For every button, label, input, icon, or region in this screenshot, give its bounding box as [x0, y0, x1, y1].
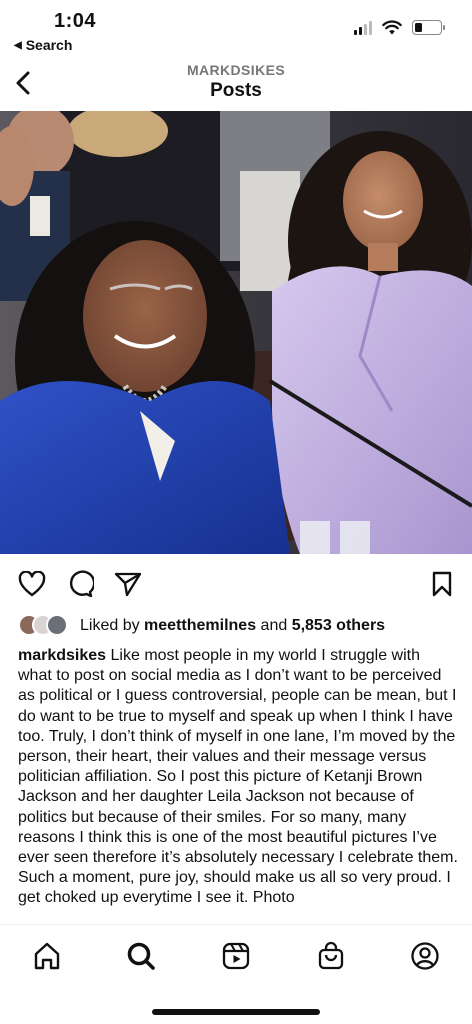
bottom-nav: [0, 924, 472, 1024]
battery-level: [415, 23, 422, 32]
post-image[interactable]: [0, 111, 472, 554]
post-photo: [0, 111, 472, 554]
wifi-icon: [382, 20, 402, 35]
likes-row[interactable]: Liked by meetthemilnes and 5,853 others: [18, 612, 385, 640]
post-header: MARKDSIKES Posts: [0, 58, 472, 110]
page-title: Posts: [210, 80, 262, 101]
send-icon: [114, 572, 142, 597]
back-triangle-icon: ◀: [14, 39, 22, 51]
search-icon: [127, 942, 155, 970]
nav-search[interactable]: [124, 939, 158, 973]
battery-icon: [412, 20, 445, 35]
post-actions: [0, 566, 472, 602]
post-caption: markdsikes Like most people in my world …: [18, 646, 458, 924]
shop-icon: [318, 941, 344, 970]
status-bar: 1:04 ◀ Search: [0, 0, 472, 58]
comment-icon: [69, 570, 94, 598]
likes-text: Liked by meetthemilnes and 5,853 others: [80, 617, 385, 635]
status-indicators: [354, 20, 445, 35]
caption-username[interactable]: markdsikes: [18, 647, 106, 664]
likes-prefix: Liked by: [80, 617, 145, 634]
account-username: MARKDSIKES: [186, 62, 286, 78]
liker-avatars: [18, 614, 74, 638]
nav-home[interactable]: [30, 939, 64, 973]
nav-reels[interactable]: [219, 939, 253, 973]
likes-joiner: and: [256, 617, 292, 634]
cellular-signal-icon: [354, 20, 372, 35]
likes-others-link[interactable]: 5,853 others: [292, 617, 385, 634]
like-button[interactable]: [16, 568, 48, 600]
bookmark-icon: [432, 571, 452, 597]
back-to-app-link[interactable]: ◀ Search: [14, 37, 72, 53]
save-button[interactable]: [426, 568, 458, 600]
reels-icon: [222, 942, 250, 970]
heart-icon: [18, 571, 46, 597]
share-button[interactable]: [112, 568, 144, 600]
likes-user-link[interactable]: meetthemilnes: [144, 617, 256, 634]
status-time: 1:04: [54, 10, 97, 32]
home-indicator: [152, 1009, 320, 1015]
avatar: [46, 614, 68, 636]
back-app-label: Search: [25, 37, 73, 53]
caption-text: Like most people in my world I struggle …: [18, 647, 458, 907]
comment-button[interactable]: [64, 568, 96, 600]
nav-shop[interactable]: [314, 939, 348, 973]
nav-profile[interactable]: [408, 939, 442, 973]
home-icon: [34, 942, 60, 970]
profile-icon: [411, 942, 439, 970]
